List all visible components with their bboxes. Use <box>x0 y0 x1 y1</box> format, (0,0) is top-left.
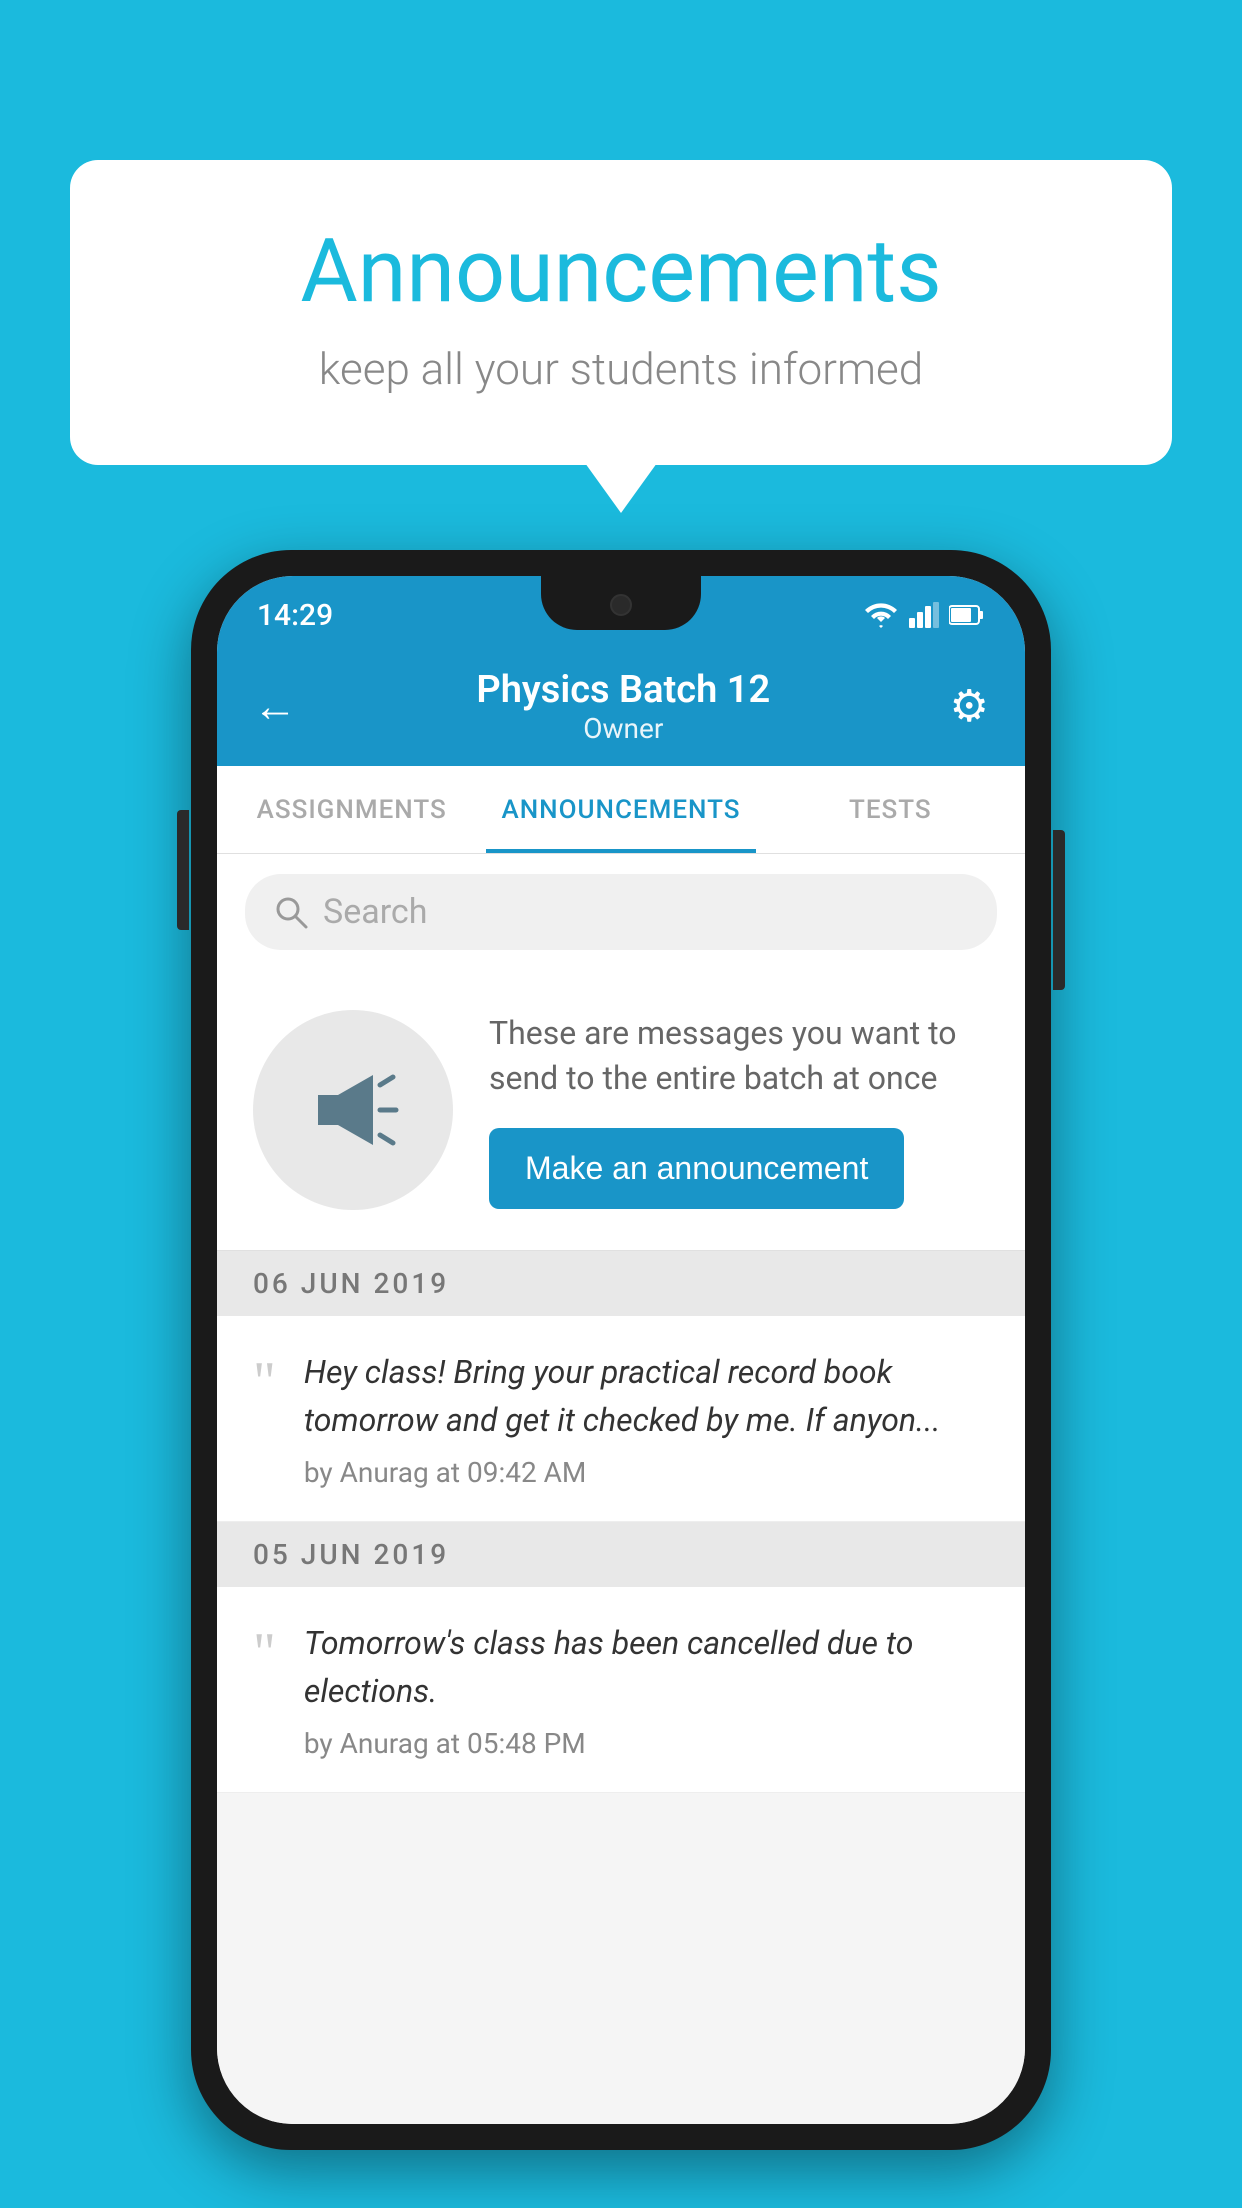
wifi-icon <box>863 602 899 628</box>
phone-frame: 14:29 <box>191 550 1051 2150</box>
announcement-item-1[interactable]: " Hey class! Bring your practical record… <box>217 1316 1025 1522</box>
megaphone-circle <box>253 1010 453 1210</box>
header-subtitle: Owner <box>476 712 770 745</box>
quote-icon-2: " <box>253 1625 276 1760</box>
date-text-2: 05 JUN 2019 <box>253 1538 449 1571</box>
speech-bubble: Announcements keep all your students inf… <box>70 160 1172 465</box>
status-time: 14:29 <box>257 598 333 633</box>
megaphone-icon <box>298 1055 408 1165</box>
announcement-meta-1: by Anurag at 09:42 AM <box>304 1456 989 1489</box>
settings-button[interactable]: ⚙ <box>950 680 989 732</box>
announcement-prompt: These are messages you want to send to t… <box>217 970 1025 1251</box>
battery-icon <box>949 604 985 626</box>
prompt-right: These are messages you want to send to t… <box>489 1011 989 1210</box>
search-bar-container: Search <box>217 854 1025 970</box>
signal-icon <box>909 602 939 628</box>
date-divider-1: 06 JUN 2019 <box>217 1251 1025 1316</box>
phone-mockup: 14:29 <box>191 550 1051 2150</box>
tab-bar: ASSIGNMENTS ANNOUNCEMENTS TESTS <box>217 766 1025 854</box>
back-button[interactable]: ← <box>253 680 297 732</box>
camera <box>610 594 632 616</box>
phone-screen: 14:29 <box>217 576 1025 2124</box>
announcement-content-1: Hey class! Bring your practical record b… <box>304 1348 989 1489</box>
announcement-item-2[interactable]: " Tomorrow's class has been cancelled du… <box>217 1587 1025 1793</box>
tab-assignments[interactable]: ASSIGNMENTS <box>217 766 486 853</box>
announcement-content-2: Tomorrow's class has been cancelled due … <box>304 1619 989 1760</box>
date-text-1: 06 JUN 2019 <box>253 1267 449 1300</box>
date-divider-2: 05 JUN 2019 <box>217 1522 1025 1587</box>
speech-bubble-area: Announcements keep all your students inf… <box>70 160 1172 465</box>
speech-bubble-subtitle: keep all your students informed <box>150 343 1092 395</box>
search-placeholder: Search <box>323 892 427 932</box>
announcement-text-2: Tomorrow's class has been cancelled due … <box>304 1619 989 1715</box>
search-icon <box>273 894 309 930</box>
announcement-meta-2: by Anurag at 05:48 PM <box>304 1727 989 1760</box>
header-title: Physics Batch 12 <box>476 668 770 712</box>
prompt-text: These are messages you want to send to t… <box>489 1011 989 1101</box>
announcement-text-1: Hey class! Bring your practical record b… <box>304 1348 989 1444</box>
app-header: ← Physics Batch 12 Owner ⚙ <box>217 646 1025 766</box>
speech-bubble-title: Announcements <box>150 220 1092 323</box>
phone-notch <box>541 576 701 630</box>
search-input[interactable]: Search <box>245 874 997 950</box>
make-announcement-button[interactable]: Make an announcement <box>489 1128 904 1209</box>
quote-icon-1: " <box>253 1354 276 1489</box>
tab-tests[interactable]: TESTS <box>756 766 1025 853</box>
status-icons <box>863 602 985 628</box>
content-area: Search <box>217 854 1025 2124</box>
tab-announcements[interactable]: ANNOUNCEMENTS <box>486 766 755 853</box>
header-title-area: Physics Batch 12 Owner <box>476 668 770 745</box>
